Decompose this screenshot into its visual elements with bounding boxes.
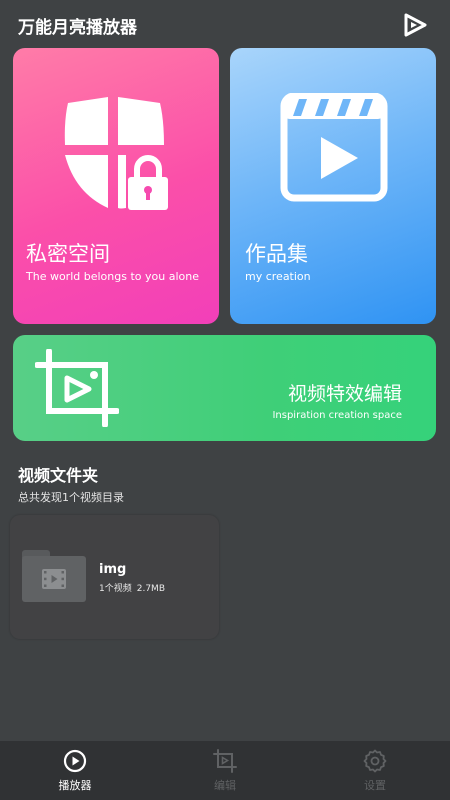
nav-tab-settings-label: 设置 [364,779,386,792]
nav-tab-settings[interactable]: 设置 [330,741,420,800]
folder-size: 2.7MB [136,584,165,594]
bottom-nav: 播放器 编辑 设置 [0,741,450,800]
crop-play-icon [213,749,237,773]
private-space-title: 私密空间 [26,242,110,266]
app-header: 万能月亮播放器 [0,0,450,48]
video-effects-edit-subtitle: Inspiration creation space [272,410,402,421]
video-effects-edit-card[interactable]: 视频特效编辑 Inspiration creation space [13,335,436,441]
works-card[interactable]: 作品集 my creation [230,48,436,324]
app-title: 万能月亮播放器 [18,18,137,38]
folder-meta: 1个视频 2.7MB [99,581,165,594]
shield-lock-icon [64,97,168,210]
nav-tab-edit-label: 编辑 [214,779,236,792]
works-subtitle: my creation [245,270,311,283]
nav-tab-player[interactable]: 播放器 [30,741,120,800]
gear-icon [363,749,387,773]
play-logo-icon[interactable] [402,12,428,38]
nav-tab-edit[interactable]: 编辑 [180,741,270,800]
clapperboard-icon [280,93,388,202]
private-space-subtitle: The world belongs to you alone [26,270,199,283]
nav-tab-player-label: 播放器 [58,779,92,792]
video-folders-heading: 视频文件夹 [18,466,99,485]
folder-video-count: 1个视频 [99,584,132,594]
folder-name: img [99,562,127,577]
works-title: 作品集 [245,242,308,266]
video-folders-summary: 总共发现1个视频目录 [18,491,124,504]
crop-play-icon [35,349,119,427]
video-effects-edit-title: 视频特效编辑 [287,383,402,405]
folder-item[interactable]: img 1个视频 2.7MB [10,515,219,639]
play-circle-icon [63,749,87,773]
video-folder-icon [22,556,86,602]
private-space-card[interactable]: 私密空间 The world belongs to you alone [13,48,219,324]
